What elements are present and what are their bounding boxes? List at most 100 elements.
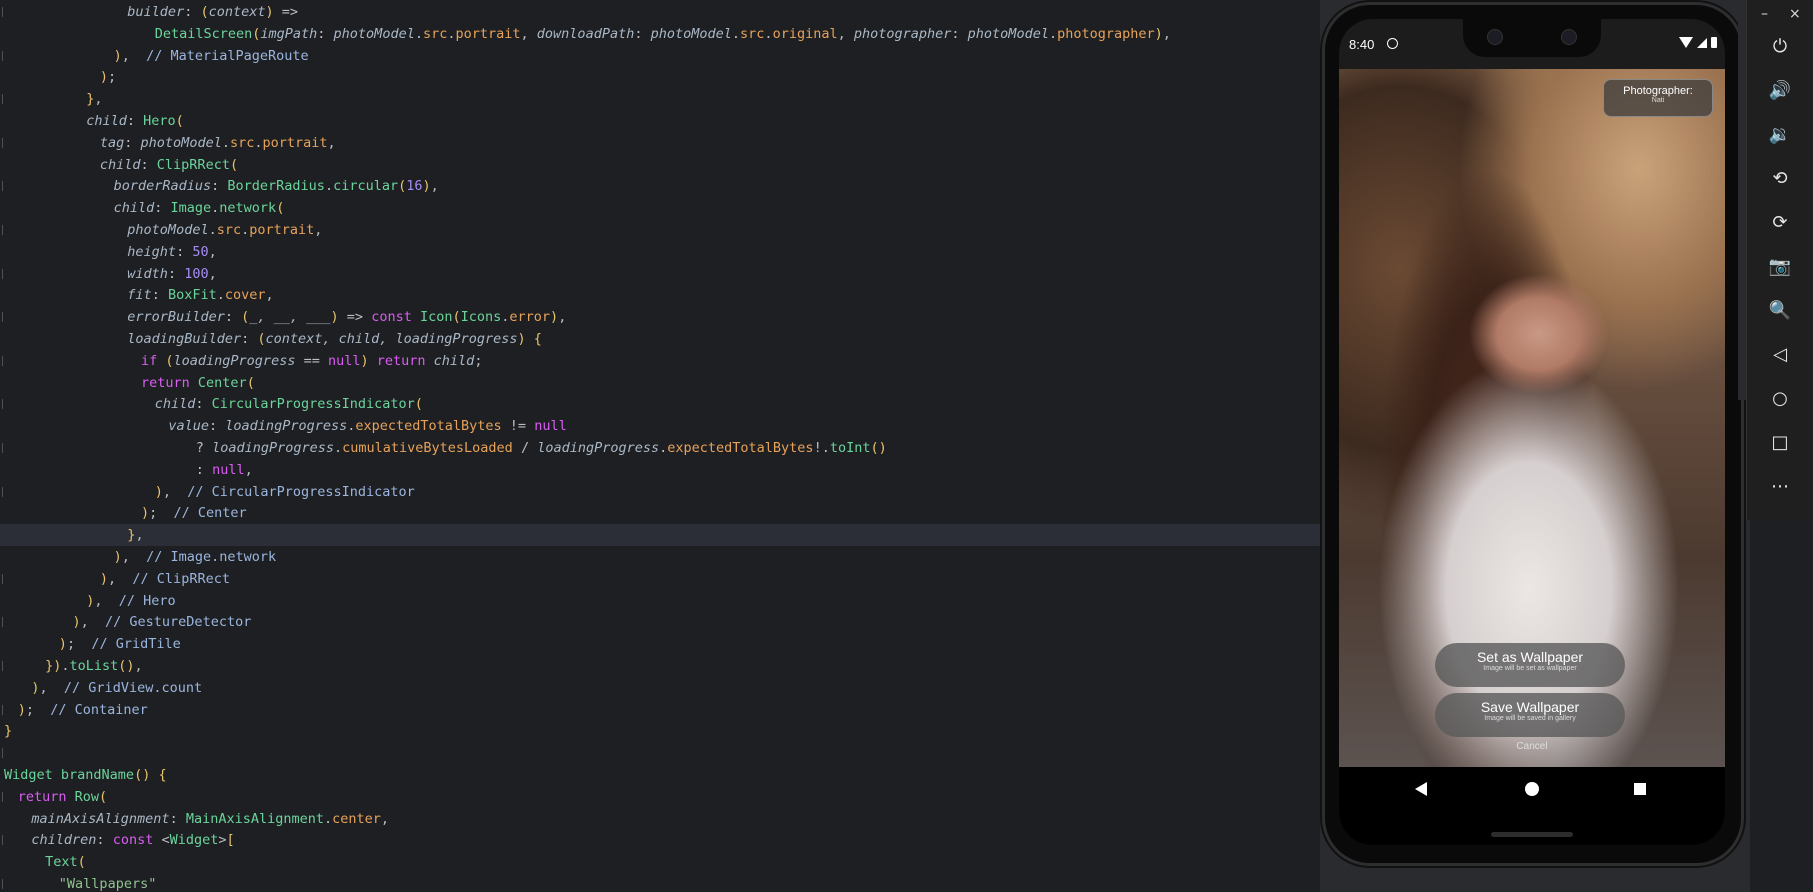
code-line[interactable]: mainAxisAlignment: MainAxisAlignment.cen…: [0, 808, 1320, 830]
code-token: portrait: [262, 134, 328, 151]
code-line[interactable]: Widget brandName() {: [0, 764, 1320, 786]
code-token: // Image.network: [146, 549, 277, 565]
code-token: src: [229, 134, 255, 151]
code-line[interactable]: children: const <Widget>[: [0, 829, 1320, 851]
code-token: :: [195, 461, 213, 478]
overview-icon[interactable]: □: [1767, 429, 1793, 455]
code-token: {: [158, 767, 167, 783]
code-line[interactable]: height: 50,: [0, 241, 1320, 263]
code-line[interactable]: ); // Center: [0, 502, 1320, 524]
code-token: ): [550, 309, 559, 326]
code-line[interactable]: photoModel.src.portrait,: [0, 219, 1320, 241]
code-token: child: [86, 113, 127, 129]
code-token: const: [112, 832, 162, 849]
code-token: photoModel: [140, 134, 222, 151]
code-line[interactable]: );: [0, 66, 1320, 88]
code-line[interactable]: borderRadius: BorderRadius.circular(16),: [0, 175, 1320, 197]
code-editor[interactable]: builder: (context) => DetailScreen(imgPat…: [0, 0, 1320, 892]
code-line[interactable]: builder: (context) =>: [0, 1, 1320, 23]
code-token: (): [870, 440, 887, 456]
code-line[interactable]: ), // GestureDetector: [0, 611, 1320, 633]
code-line[interactable]: return Center(: [0, 372, 1320, 394]
back-icon[interactable]: ◁: [1767, 341, 1793, 367]
code-line[interactable]: ), // Hero: [0, 590, 1320, 612]
code-token: ,: [94, 592, 119, 609]
rotate-left-icon[interactable]: ⟲: [1767, 165, 1793, 191]
code-line[interactable]: [0, 742, 1320, 764]
minimize-button[interactable]: –: [1761, 6, 1768, 22]
code-token: !=: [501, 418, 535, 435]
nav-home-icon[interactable]: [1525, 782, 1539, 796]
camera-icon[interactable]: 📷: [1767, 253, 1793, 279]
code-token: MainAxisAlignment: [185, 810, 324, 827]
code-token: :: [151, 287, 168, 304]
save-wallpaper-subtitle: Image will be saved in gallery: [1484, 715, 1576, 722]
code-line[interactable]: if (loadingProgress == null) return chil…: [0, 350, 1320, 372]
code-line[interactable]: },: [0, 88, 1320, 110]
phone-screen[interactable]: 8:40 Photographer: Nati Set as Wallpaper…: [1339, 19, 1725, 845]
code-line[interactable]: ), // CircularProgressIndicator: [0, 481, 1320, 503]
code-line[interactable]: ? loadingProgress.cumulativeBytesLoaded …: [0, 437, 1320, 459]
code-token: ): [72, 614, 81, 631]
code-line[interactable]: "Wallpapers": [0, 873, 1320, 892]
nav-recents-icon[interactable]: [1634, 783, 1646, 795]
code-token: builder: [127, 4, 185, 20]
code-line[interactable]: child: Image.network(: [0, 197, 1320, 219]
editor-scrollbar[interactable]: [1738, 0, 1746, 400]
code-token: // CircularProgressIndicator: [187, 483, 415, 500]
code-line[interactable]: : null,: [0, 459, 1320, 481]
code-token: ,: [314, 222, 323, 238]
code-line[interactable]: ); // GridTile: [0, 633, 1320, 655]
volume-down-icon[interactable]: 🔉: [1767, 121, 1793, 147]
code-line[interactable]: fit: BoxFit.cover,: [0, 284, 1320, 306]
code-line[interactable]: child: CircularProgressIndicator(: [0, 393, 1320, 415]
status-bar: 8:40: [1339, 19, 1725, 69]
code-token: height: [127, 243, 177, 260]
code-line[interactable]: errorBuilder: (_, __, ___) => const Icon…: [0, 306, 1320, 328]
code-line[interactable]: }: [0, 720, 1320, 742]
code-token: Widget: [4, 767, 61, 783]
code-token: // MaterialPageRoute: [146, 47, 309, 64]
cancel-button[interactable]: Cancel: [1339, 741, 1725, 752]
code-line[interactable]: tag: photoModel.src.portrait,: [0, 132, 1320, 154]
code-line[interactable]: value: loadingProgress.expectedTotalByte…: [0, 415, 1320, 437]
set-wallpaper-button[interactable]: Set as Wallpaper Image will be set as wa…: [1435, 643, 1625, 687]
code-line[interactable]: ), // GridView.count: [0, 677, 1320, 699]
code-token: src: [422, 25, 448, 42]
code-token: ;: [474, 352, 483, 369]
code-token: ,: [265, 287, 274, 304]
save-wallpaper-button[interactable]: Save Wallpaper Image will be saved in ga…: [1435, 693, 1625, 737]
status-time: 8:40: [1349, 37, 1375, 52]
photographer-card[interactable]: Photographer: Nati: [1603, 79, 1713, 117]
more-icon[interactable]: ⋯: [1767, 473, 1793, 499]
code-token: {: [533, 331, 542, 347]
code-line[interactable]: child: ClipRRect(: [0, 154, 1320, 176]
code-line[interactable]: loadingBuilder: (context, child, loading…: [0, 328, 1320, 350]
home-icon[interactable]: ○: [1767, 385, 1793, 411]
code-line[interactable]: Text(: [0, 851, 1320, 873]
code-line[interactable]: return Row(: [0, 786, 1320, 808]
rotate-right-icon[interactable]: ⟳: [1767, 209, 1793, 235]
code-line[interactable]: ); // Container: [0, 699, 1320, 721]
code-line[interactable]: DetailScreen(imgPath: photoModel.src.por…: [0, 23, 1320, 45]
power-icon[interactable]: ⏻: [1767, 33, 1793, 59]
code-token: ,: [121, 549, 147, 565]
code-line[interactable]: ), // Image.network: [0, 546, 1320, 568]
code-line[interactable]: child: Hero(: [0, 110, 1320, 132]
close-button[interactable]: ×: [1789, 6, 1801, 22]
code-line[interactable]: ), // MaterialPageRoute: [0, 45, 1320, 67]
nav-back-icon[interactable]: [1415, 782, 1427, 796]
code-token: return: [376, 352, 434, 369]
code-line[interactable]: }).toList(),: [0, 655, 1320, 677]
code-token: portrait: [249, 222, 315, 238]
zoom-icon[interactable]: 🔍: [1767, 297, 1793, 323]
code-token: ): [330, 309, 339, 326]
code-token: ): [17, 701, 26, 718]
code-line[interactable]: },: [0, 524, 1320, 547]
code-line[interactable]: ), // ClipRRect: [0, 568, 1320, 590]
code-line[interactable]: width: 100,: [0, 263, 1320, 285]
code-token: :: [195, 396, 212, 413]
volume-up-icon[interactable]: 🔊: [1767, 77, 1793, 103]
code-token: Widget: [169, 832, 219, 849]
code-token: Text: [45, 854, 78, 871]
